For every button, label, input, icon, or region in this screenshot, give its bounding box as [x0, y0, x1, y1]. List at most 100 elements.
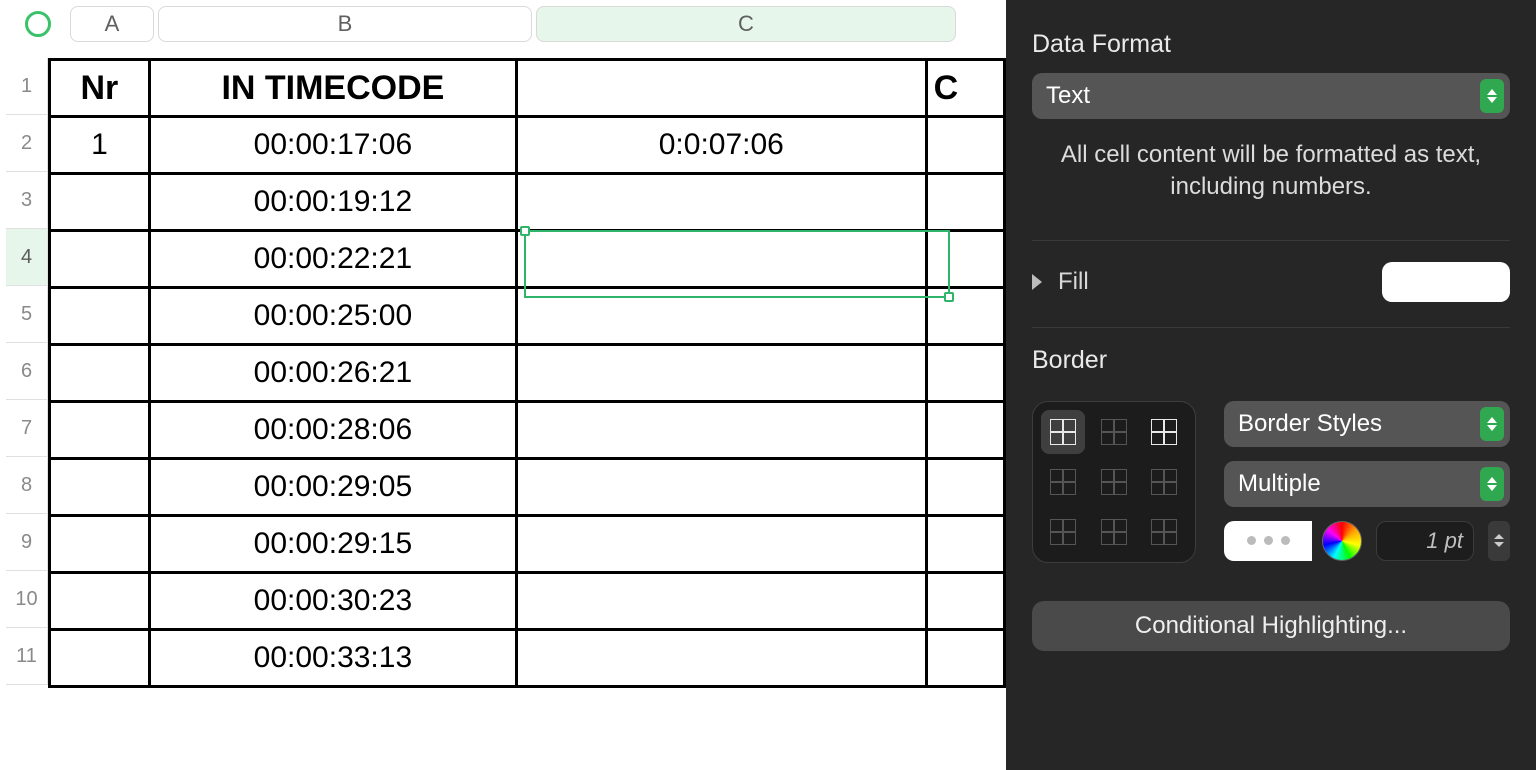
cell[interactable]: [926, 174, 1004, 231]
table-row: 00:00:22:21: [50, 231, 1005, 288]
select-all-corner[interactable]: [6, 6, 70, 42]
border-right[interactable]: [1142, 510, 1186, 554]
border-styles-popup[interactable]: Border Styles: [1224, 401, 1510, 447]
cell[interactable]: [50, 516, 150, 573]
data-format-popup[interactable]: Text: [1032, 73, 1510, 119]
cell[interactable]: 00:00:30:23: [149, 573, 516, 630]
row-header[interactable]: 4: [6, 229, 48, 286]
table-row: 00:00:19:12: [50, 174, 1005, 231]
data-format-value: Text: [1046, 82, 1090, 110]
row-header[interactable]: 11: [6, 628, 48, 685]
table-row: 00:00:28:06: [50, 402, 1005, 459]
column-header-C[interactable]: C: [536, 6, 956, 42]
cell[interactable]: 1: [50, 117, 150, 174]
border-width-stepper[interactable]: [1488, 521, 1510, 561]
column-header-A[interactable]: A: [70, 6, 154, 42]
cell[interactable]: [517, 630, 927, 687]
row-header[interactable]: 8: [6, 457, 48, 514]
cell[interactable]: [517, 516, 927, 573]
border-bottom[interactable]: [1142, 460, 1186, 504]
cell[interactable]: 00:00:29:05: [149, 459, 516, 516]
cell[interactable]: 00:00:19:12: [149, 174, 516, 231]
cell[interactable]: [50, 459, 150, 516]
table-header-row: Nr IN TIMECODE C: [50, 60, 1005, 117]
table-row: 00:00:30:23: [50, 573, 1005, 630]
cell[interactable]: [926, 117, 1004, 174]
cell[interactable]: 00:00:22:21: [149, 231, 516, 288]
cell[interactable]: 00:00:28:06: [149, 402, 516, 459]
cell[interactable]: [926, 459, 1004, 516]
table-row: 00:00:26:21: [50, 345, 1005, 402]
border-left[interactable]: [1041, 510, 1085, 554]
conditional-highlighting-button[interactable]: Conditional Highlighting...: [1032, 601, 1510, 651]
border-vertical[interactable]: [1092, 510, 1136, 554]
border-line-popup[interactable]: Multiple: [1224, 461, 1510, 507]
row-header[interactable]: 10: [6, 571, 48, 628]
column-header-B[interactable]: B: [158, 6, 532, 42]
fill-label: Fill: [1058, 268, 1089, 296]
stepper-icon: [1480, 79, 1504, 113]
fill-disclosure[interactable]: Fill: [1032, 268, 1089, 296]
border-outside[interactable]: [1142, 410, 1186, 454]
cell[interactable]: [926, 345, 1004, 402]
ring-icon: [25, 11, 51, 37]
cell[interactable]: 0:0:07:06: [517, 117, 927, 174]
color-wheel-icon[interactable]: [1322, 521, 1362, 561]
row-header[interactable]: 9: [6, 514, 48, 571]
row-header[interactable]: 2: [6, 115, 48, 172]
cell[interactable]: [517, 231, 927, 288]
cell[interactable]: [926, 573, 1004, 630]
cell[interactable]: [50, 630, 150, 687]
cell[interactable]: [517, 345, 927, 402]
stepper-icon: [1480, 467, 1504, 501]
data-format-title: Data Format: [1032, 30, 1510, 59]
cell[interactable]: [517, 459, 927, 516]
header-cell-in-timecode[interactable]: IN TIMECODE: [149, 60, 516, 117]
border-top[interactable]: [1041, 460, 1085, 504]
border-color-swatch[interactable]: [1224, 521, 1312, 561]
cell[interactable]: 00:00:26:21: [149, 345, 516, 402]
cell[interactable]: [50, 573, 150, 630]
cell[interactable]: [50, 288, 150, 345]
row-header-gutter: 1234567891011: [6, 58, 48, 688]
cell[interactable]: [517, 402, 927, 459]
fill-color-swatch[interactable]: [1382, 262, 1510, 302]
cell[interactable]: [926, 630, 1004, 687]
cell[interactable]: [517, 288, 927, 345]
cell[interactable]: 00:00:17:06: [149, 117, 516, 174]
format-inspector: Data Format Text All cell content will b…: [1006, 0, 1536, 770]
cell[interactable]: [517, 573, 927, 630]
header-cell-d-partial[interactable]: C: [926, 60, 1004, 117]
chevron-right-icon: [1032, 274, 1042, 290]
border-horizontal[interactable]: [1092, 460, 1136, 504]
header-cell-c[interactable]: [517, 60, 927, 117]
table-row: 100:00:17:060:0:07:06: [50, 117, 1005, 174]
cell[interactable]: [50, 402, 150, 459]
header-cell-nr[interactable]: Nr: [50, 60, 150, 117]
cell[interactable]: [926, 231, 1004, 288]
row-header[interactable]: 7: [6, 400, 48, 457]
cell[interactable]: 00:00:25:00: [149, 288, 516, 345]
border-width-field[interactable]: 1 pt: [1376, 521, 1474, 561]
border-edge-picker: [1032, 401, 1196, 563]
table-row: 00:00:29:15: [50, 516, 1005, 573]
cell[interactable]: [926, 288, 1004, 345]
cell[interactable]: [50, 174, 150, 231]
border-inside[interactable]: [1092, 410, 1136, 454]
row-header[interactable]: 6: [6, 343, 48, 400]
data-format-hint: All cell content will be formatted as te…: [1032, 139, 1510, 230]
row-header[interactable]: 5: [6, 286, 48, 343]
cell[interactable]: 00:00:29:15: [149, 516, 516, 573]
cell[interactable]: [926, 516, 1004, 573]
row-header[interactable]: 1: [6, 58, 48, 115]
cell[interactable]: [517, 174, 927, 231]
cell[interactable]: [926, 402, 1004, 459]
column-header-bar: A B C: [0, 0, 1006, 48]
table-row: 00:00:33:13: [50, 630, 1005, 687]
cell[interactable]: [50, 231, 150, 288]
row-header[interactable]: 3: [6, 172, 48, 229]
cell[interactable]: 00:00:33:13: [149, 630, 516, 687]
data-table: Nr IN TIMECODE C 100:00:17:060:0:07:0600…: [48, 58, 1006, 688]
border-all[interactable]: [1041, 410, 1085, 454]
cell[interactable]: [50, 345, 150, 402]
